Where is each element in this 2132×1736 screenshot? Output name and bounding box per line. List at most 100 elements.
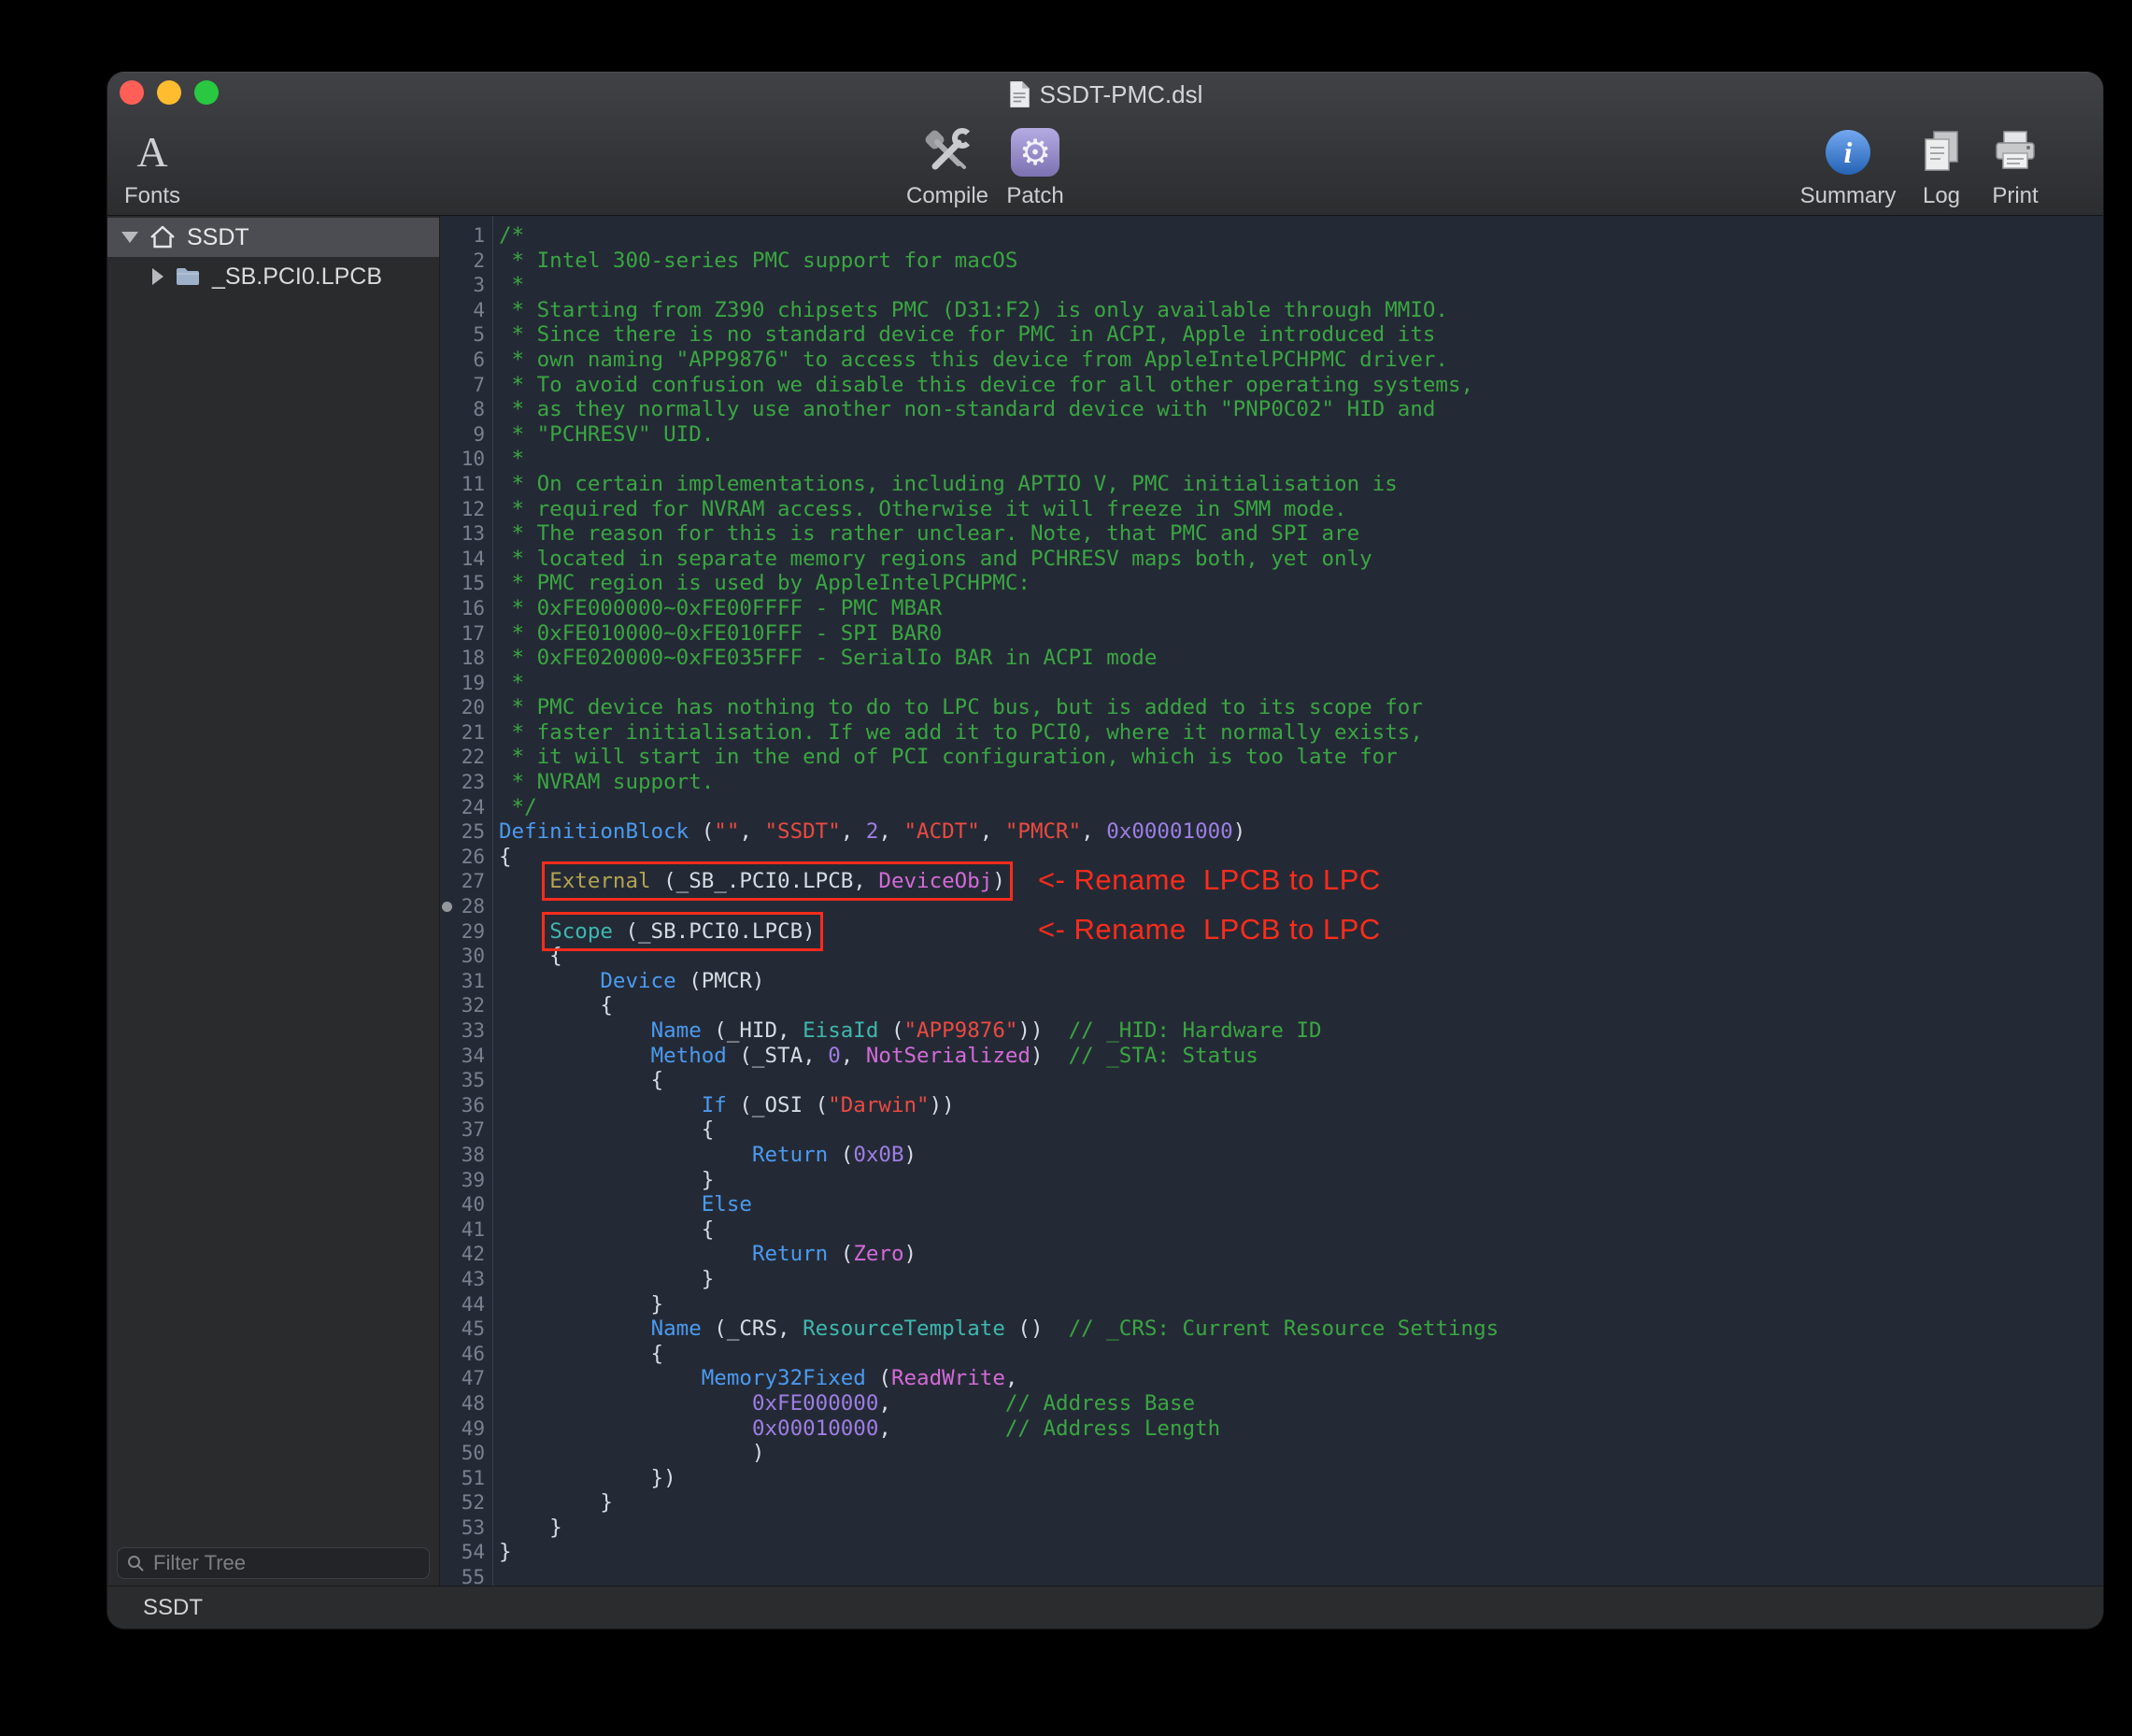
code-line[interactable]: {	[499, 993, 2103, 1018]
code-line[interactable]: * On certain implementations, including …	[499, 472, 2103, 497]
line-number: 30	[441, 944, 485, 969]
patch-button[interactable]: ⚙ Patch	[974, 126, 1096, 209]
code-line[interactable]: * 0xFE020000~0xFE035FFF - SerialIo BAR i…	[499, 646, 2103, 671]
code-line[interactable]: }	[499, 1292, 2103, 1317]
line-number: 35	[441, 1068, 485, 1093]
line-number: 7	[441, 373, 485, 398]
line-number: 34	[441, 1044, 485, 1069]
sidebar-item-ssdt[interactable]: SSDT	[107, 218, 439, 257]
line-number: 43	[441, 1267, 485, 1292]
line-number: 33	[441, 1018, 485, 1044]
filter-tree-input[interactable]	[151, 1550, 420, 1576]
line-number: 27	[441, 869, 485, 894]
line-number: 44	[441, 1292, 485, 1317]
desktop: SSDT-PMC.dsl A Fonts	[0, 0, 2132, 1736]
code-line[interactable]: *	[499, 671, 2103, 696]
code-line[interactable]: *	[499, 447, 2103, 472]
annotation-label: <- Rename LPCB to LPC	[1038, 913, 1381, 946]
code-line[interactable]: * required for NVRAM access. Otherwise i…	[499, 497, 2103, 522]
code-line[interactable]: Method (_STA, 0, NotSerialized) // _STA:…	[499, 1044, 2103, 1069]
line-number: 23	[441, 770, 485, 795]
code-line[interactable]: * 0xFE000000~0xFE00FFFF - PMC MBAR	[499, 596, 2103, 621]
code-line[interactable]: }	[499, 1540, 2103, 1565]
code-line[interactable]: Name (_HID, EisaId ("APP9876")) // _HID:…	[499, 1018, 2103, 1044]
code-line[interactable]: }	[499, 1490, 2103, 1515]
code-line[interactable]: })	[499, 1466, 2103, 1491]
code-line[interactable]: * Starting from Z390 chipsets PMC (D31:F…	[499, 298, 2103, 323]
code-line[interactable]: DefinitionBlock ("", "SSDT", 2, "ACDT", …	[499, 819, 2103, 845]
code-line[interactable]: * 0xFE010000~0xFE010FFF - SPI BAR0	[499, 621, 2103, 647]
code-line[interactable]: * Intel 300-series PMC support for macOS	[499, 249, 2103, 274]
code-line[interactable]: * PMC region is used by AppleIntelPCHPMC…	[499, 571, 2103, 596]
code-line[interactable]: 0x00010000, // Address Length	[499, 1416, 2103, 1442]
line-number: 26	[441, 845, 485, 870]
code-line[interactable]: Return (0x0B)	[499, 1143, 2103, 1168]
code-line[interactable]: */	[499, 795, 2103, 820]
titlebar[interactable]: SSDT-PMC.dsl	[107, 72, 2103, 117]
code-line[interactable]: * own naming "APP9876" to access this de…	[499, 348, 2103, 373]
code-line[interactable]: * located in separate memory regions and…	[499, 547, 2103, 572]
document-icon	[1008, 80, 1030, 108]
line-number: 12	[441, 497, 485, 522]
fonts-button[interactable]: A Fonts	[107, 126, 213, 209]
code-line[interactable]: *	[499, 273, 2103, 298]
code-line[interactable]: * To avoid confusion we disable this dev…	[499, 373, 2103, 398]
code-line[interactable]: {	[499, 1068, 2103, 1093]
print-button[interactable]: Print	[1954, 126, 2076, 209]
line-number: 9	[441, 422, 485, 448]
code-line[interactable]: Memory32Fixed (ReadWrite,	[499, 1366, 2103, 1391]
code-line[interactable]: {	[499, 944, 2103, 969]
home-icon	[149, 225, 176, 249]
title-area: SSDT-PMC.dsl	[107, 72, 2103, 117]
code-line[interactable]: Device (PMCR)	[499, 969, 2103, 994]
sidebar-item-sb-pci0-lpcb[interactable]: _SB.PCI0.LPCB	[107, 257, 439, 296]
code-line[interactable]: Else	[499, 1192, 2103, 1217]
line-number: 40	[441, 1192, 485, 1217]
code-line[interactable]: * as they normally use another non-stand…	[499, 397, 2103, 422]
sidebar-item-label: _SB.PCI0.LPCB	[212, 263, 382, 291]
code-line[interactable]: * faster initialisation. If we add it to…	[499, 720, 2103, 746]
line-number: 47	[441, 1366, 485, 1391]
line-number: 18	[441, 646, 485, 671]
code-line[interactable]: * it will start in the end of PCI config…	[499, 745, 2103, 770]
code-line[interactable]: {	[499, 1342, 2103, 1367]
line-number: 8	[441, 397, 485, 422]
code-line[interactable]	[499, 1565, 2103, 1587]
code-line[interactable]: * "PCHRESV" UID.	[499, 422, 2103, 448]
line-number: 1	[441, 223, 485, 249]
line-number: 6	[441, 348, 485, 373]
code-line[interactable]: Return (Zero)	[499, 1242, 2103, 1267]
highlight-box: Scope (_SB.PCI0.LPCB)	[549, 919, 815, 944]
window-title: SSDT-PMC.dsl	[1040, 80, 1203, 109]
code-line[interactable]: )	[499, 1441, 2103, 1466]
disclosure-right-icon[interactable]	[152, 268, 163, 285]
code-line[interactable]: * PMC device has nothing to do to LPC bu…	[499, 695, 2103, 720]
code-line[interactable]: {	[499, 1217, 2103, 1243]
disclosure-down-icon[interactable]	[121, 232, 138, 243]
code-line[interactable]: }	[499, 1168, 2103, 1193]
editor[interactable]: 1234567891011121314151617181920212223242…	[441, 216, 2103, 1587]
line-number: 42	[441, 1242, 485, 1267]
line-number: 53	[441, 1515, 485, 1541]
code-line[interactable]: {	[499, 1117, 2103, 1143]
code-line[interactable]: }	[499, 1267, 2103, 1292]
print-icon	[1989, 126, 2041, 178]
line-number: 4	[441, 298, 485, 323]
code-line[interactable]: Name (_CRS, ResourceTemplate () // _CRS:…	[499, 1316, 2103, 1342]
code-line[interactable]: If (_OSI ("Darwin"))	[499, 1093, 2103, 1118]
code-line[interactable]: * Since there is no standard device for …	[499, 322, 2103, 348]
code-line[interactable]: * The reason for this is rather unclear.…	[499, 521, 2103, 547]
line-number: 2	[441, 249, 485, 274]
code-line[interactable]: }	[499, 1515, 2103, 1541]
line-number: 50	[441, 1441, 485, 1466]
print-label: Print	[1992, 183, 2038, 209]
sidebar: SSDT _SB.PCI0.LPCB	[107, 216, 440, 1587]
code-line[interactable]: * NVRAM support.	[499, 770, 2103, 795]
sidebar-item-label: SSDT	[187, 224, 249, 251]
fonts-label: Fonts	[124, 183, 180, 209]
code-line[interactable]: 0xFE000000, // Address Base	[499, 1391, 2103, 1416]
code-line[interactable]: /*	[499, 223, 2103, 249]
line-number: 15	[441, 571, 485, 596]
filter-tree-field[interactable]	[117, 1547, 430, 1579]
patch-label: Patch	[1006, 183, 1063, 209]
